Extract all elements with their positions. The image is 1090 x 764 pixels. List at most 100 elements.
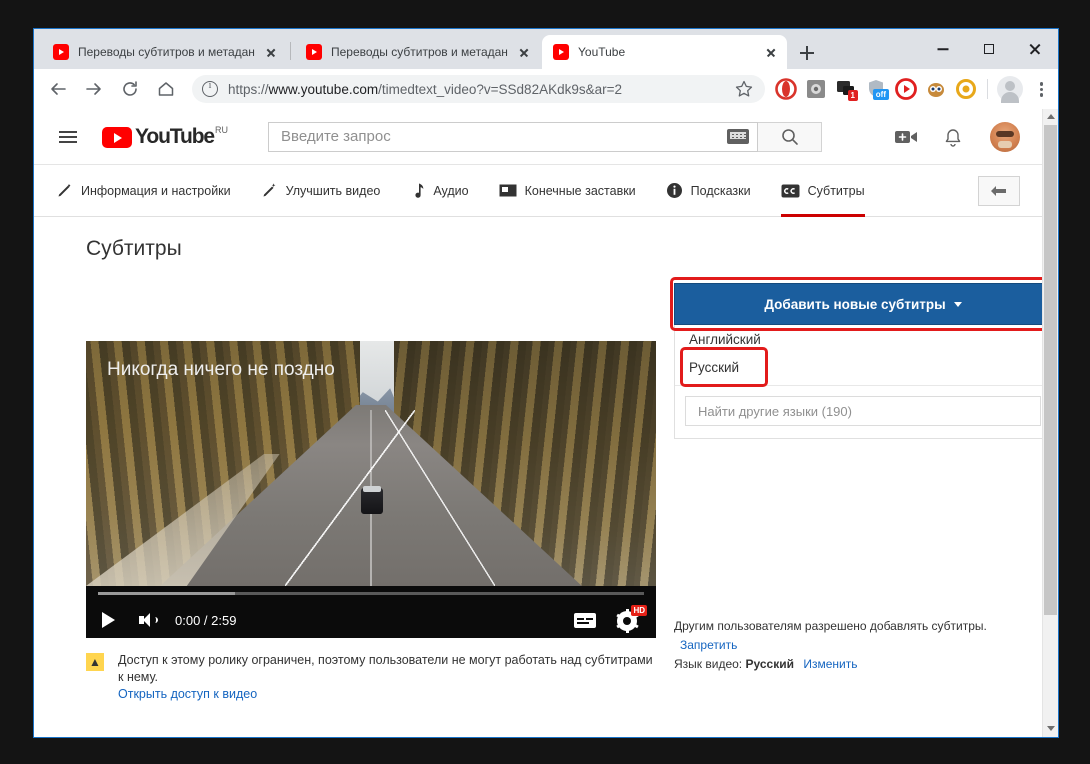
close-icon[interactable] bbox=[263, 44, 279, 60]
scroll-up-arrow[interactable] bbox=[1043, 109, 1058, 125]
chevron-down-icon bbox=[953, 301, 962, 307]
add-new-subtitles-button[interactable]: Добавить новые субтитры bbox=[674, 283, 1052, 325]
hd-badge: HD bbox=[631, 605, 647, 616]
video-language-line: Язык видео: Русский Изменить bbox=[674, 655, 1052, 674]
maximize-button[interactable] bbox=[966, 29, 1012, 69]
youtube-icon bbox=[306, 44, 322, 60]
play-button[interactable] bbox=[102, 612, 115, 628]
adguard-off-icon[interactable]: off bbox=[864, 77, 889, 101]
controls-row: 0:00 / 2:59 HD bbox=[86, 602, 656, 638]
browser-tab-strip: Переводы субтитров и метадан Переводы су… bbox=[34, 29, 1058, 69]
browser-window: Переводы субтитров и метадан Переводы су… bbox=[33, 28, 1059, 738]
youtube-search: Введите запрос bbox=[268, 121, 823, 152]
progress-buffer bbox=[98, 592, 235, 595]
tab-label: Информация и настройки bbox=[81, 183, 231, 198]
subtitles-toggle-icon[interactable] bbox=[574, 612, 596, 628]
scrollbar-thumb[interactable] bbox=[1044, 125, 1057, 615]
browser-tab-3[interactable]: YouTube bbox=[542, 35, 787, 69]
address-bar[interactable]: https://www.youtube.com/timedtext_video?… bbox=[192, 75, 765, 103]
youtube-masthead: YouTube RU Введите запрос bbox=[34, 109, 1042, 165]
language-item-russian[interactable]: Русский bbox=[675, 353, 1051, 381]
tab-divider bbox=[290, 42, 291, 60]
tab-info-and-settings[interactable]: Информация и настройки bbox=[56, 165, 231, 217]
youtube-play-icon bbox=[102, 127, 132, 148]
opera-touch-icon[interactable] bbox=[774, 77, 798, 101]
youtube-icon bbox=[553, 44, 569, 60]
tab-label: Улучшить видео bbox=[285, 183, 381, 198]
close-window-button[interactable] bbox=[1012, 29, 1058, 69]
warning-triangle-icon: ▲ bbox=[86, 653, 104, 671]
video-editor-tabs: Информация и настройки Улучшить видео Ау… bbox=[34, 165, 1042, 217]
bookmark-star-icon[interactable] bbox=[733, 78, 755, 100]
tab-enhance-video[interactable]: Улучшить видео bbox=[261, 165, 381, 217]
language-search-input[interactable]: Найти другие языки (190) bbox=[685, 396, 1041, 426]
search-input[interactable]: Введите запрос bbox=[268, 121, 759, 152]
player-controls: 0:00 / 2:59 HD bbox=[86, 586, 656, 638]
search-button[interactable] bbox=[758, 121, 823, 152]
tab-subtitles[interactable]: Субтитры bbox=[780, 165, 865, 217]
progress-bar[interactable] bbox=[98, 592, 644, 595]
video-player[interactable]: Никогда ничего не поздно 0:00 / 2:59 HD bbox=[86, 341, 656, 638]
bell-icon[interactable] bbox=[942, 127, 968, 147]
disable-contributions-link[interactable]: Запретить bbox=[680, 638, 737, 652]
video-language-prefix: Язык видео: bbox=[674, 657, 743, 671]
profile-avatar-button[interactable] bbox=[997, 76, 1023, 103]
add-button-label: Добавить новые субтитры bbox=[764, 296, 946, 312]
back-icon[interactable] bbox=[44, 75, 72, 103]
page-title: Субтитры bbox=[86, 237, 182, 260]
toolbar-divider bbox=[987, 79, 988, 99]
forward-icon[interactable] bbox=[80, 75, 108, 103]
tab-end-screens[interactable]: Конечные заставки bbox=[499, 165, 636, 217]
video-upload-icon[interactable] bbox=[894, 127, 920, 147]
left-column: Никогда ничего не поздно 0:00 / 2:59 HD … bbox=[86, 283, 656, 703]
community-permission-text: Другим пользователям разрешено добавлять… bbox=[674, 619, 987, 633]
back-arrow-icon bbox=[991, 185, 1006, 196]
close-icon[interactable] bbox=[516, 44, 532, 60]
car bbox=[361, 486, 384, 514]
road-edge-line-right bbox=[371, 410, 481, 586]
minimize-button[interactable] bbox=[920, 29, 966, 69]
screenshot-extension-icon[interactable]: 1 bbox=[834, 77, 858, 101]
browser-menu-button[interactable] bbox=[1030, 77, 1052, 101]
right-column: Добавить новые субтитры Английский Русск… bbox=[670, 277, 1056, 671]
browser-tab-title: YouTube bbox=[578, 45, 626, 59]
browser-tab-1[interactable]: Переводы субтитров и метадан bbox=[42, 35, 287, 69]
community-permission-line: Другим пользователям разрешено добавлять… bbox=[674, 617, 1052, 655]
video-downloader-icon[interactable] bbox=[894, 77, 918, 101]
scroll-down-arrow[interactable] bbox=[1043, 721, 1058, 737]
hamburger-menu-icon[interactable] bbox=[56, 125, 80, 149]
restricted-access-warning: ▲ Доступ к этому ролику ограничен, поэто… bbox=[86, 652, 656, 703]
tab-label: Конечные заставки bbox=[524, 183, 636, 198]
tab-label: Подсказки bbox=[690, 183, 751, 198]
subtitles-page: Субтитры Никогда ничего не поздно 0:00 /… bbox=[34, 217, 1056, 703]
keyboard-icon[interactable] bbox=[727, 129, 750, 144]
home-icon[interactable] bbox=[152, 75, 180, 103]
back-arrow-button[interactable] bbox=[978, 175, 1020, 206]
page-viewport: YouTube RU Введите запрос Информация и н… bbox=[34, 109, 1058, 737]
volume-icon[interactable] bbox=[139, 612, 158, 628]
browser-tab-2[interactable]: Переводы субтитров и метадан bbox=[295, 35, 540, 69]
youtube-logo[interactable]: YouTube RU bbox=[102, 124, 228, 149]
reload-icon[interactable] bbox=[116, 75, 144, 103]
video-title: Никогда ничего не поздно bbox=[107, 359, 335, 380]
close-icon[interactable] bbox=[763, 44, 779, 60]
tab-audio[interactable]: Аудио bbox=[410, 165, 469, 217]
warning-message: Доступ к этому ролику ограничен, поэтому… bbox=[118, 653, 653, 684]
avatar[interactable] bbox=[990, 121, 1020, 152]
new-tab-button[interactable] bbox=[795, 41, 819, 65]
tab-cards[interactable]: Подсказки bbox=[666, 165, 751, 217]
change-language-link[interactable]: Изменить bbox=[803, 657, 857, 671]
settings-button[interactable]: HD bbox=[615, 605, 647, 633]
language-item-english[interactable]: Английский bbox=[675, 325, 1051, 353]
pencil-icon bbox=[58, 184, 71, 197]
tab-label: Аудио bbox=[433, 183, 469, 198]
site-info-icon[interactable] bbox=[202, 80, 218, 97]
puzzle-extension-icon[interactable] bbox=[804, 77, 828, 101]
owl-extension-icon[interactable] bbox=[924, 77, 948, 101]
ring-extension-icon[interactable] bbox=[954, 77, 978, 101]
time-display: 0:00 / 2:59 bbox=[175, 612, 237, 628]
video-language-value: Русский bbox=[745, 657, 794, 671]
page-scrollbar[interactable] bbox=[1042, 109, 1058, 737]
open-access-link[interactable]: Открыть доступ к видео bbox=[118, 687, 257, 701]
tab-label: Субтитры bbox=[807, 183, 865, 198]
